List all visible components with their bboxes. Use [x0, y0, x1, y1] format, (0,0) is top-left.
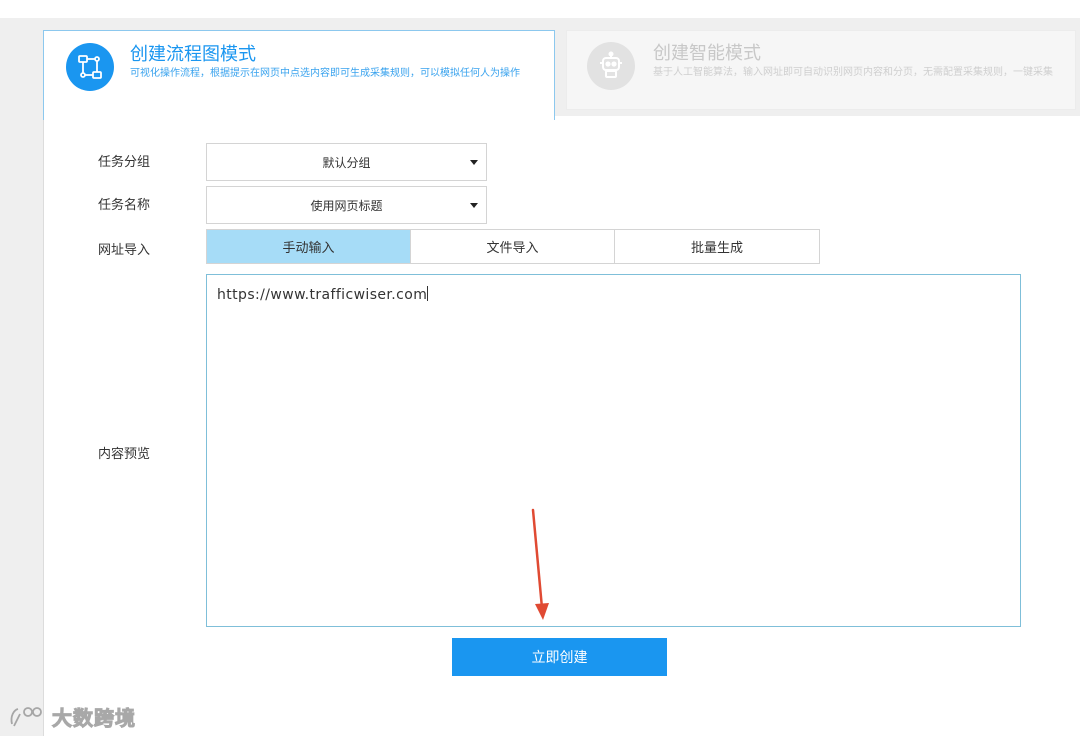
flowchart-mode-card[interactable]: 创建流程图模式 可视化操作流程，根据提示在网页中点选内容即可生成采集规则，可以模… — [43, 30, 555, 120]
smart-mode-title: 创建智能模式 — [653, 43, 761, 64]
url-text: https://www.trafficwiser.com — [217, 287, 428, 303]
flowchart-mode-description: 可视化操作流程，根据提示在网页中点选内容即可生成采集规则，可以模拟任何人为操作 — [130, 68, 520, 79]
text-cursor — [427, 286, 429, 301]
red-arrow-annotation — [531, 508, 549, 620]
tab-file-import[interactable]: 文件导入 — [411, 230, 615, 263]
flowchart-icon — [66, 43, 114, 91]
caret-down-icon — [470, 203, 478, 208]
caret-down-icon — [470, 160, 478, 165]
robot-icon — [587, 42, 635, 90]
flowchart-mode-title: 创建流程图模式 — [130, 44, 256, 65]
left-gutter — [0, 18, 43, 736]
task-group-value: 默认分组 — [322, 155, 371, 170]
watermark-logo-icon — [10, 706, 42, 726]
top-strip — [0, 0, 1080, 18]
watermark-text: 大数跨境 — [52, 706, 136, 731]
task-name-select[interactable]: 使用网页标题 — [206, 186, 487, 224]
url-textarea[interactable]: https://www.trafficwiser.com — [206, 274, 1021, 627]
task-group-label: 任务分组 — [98, 155, 151, 170]
task-name-value: 使用网页标题 — [310, 198, 383, 213]
mode-bar-top — [43, 18, 555, 30]
url-import-label: 网址导入 — [98, 243, 151, 258]
smart-mode-card[interactable]: 创建智能模式 基于人工智能算法，输入网址即可自动识别网页内容和分页，无需配置采集… — [566, 30, 1076, 110]
url-import-tabs: 手动输入 文件导入 批量生成 — [206, 229, 820, 264]
watermark: 大数跨境 — [8, 702, 136, 731]
tab-manual-input[interactable]: 手动输入 — [207, 230, 411, 263]
create-now-button[interactable]: 立即创建 — [452, 638, 667, 676]
task-group-select[interactable]: 默认分组 — [206, 143, 487, 181]
smart-mode-description: 基于人工智能算法，输入网址即可自动识别网页内容和分页，无需配置采集规则，一键采集 — [653, 67, 1053, 78]
content-preview-label: 内容预览 — [98, 447, 151, 462]
task-name-label: 任务名称 — [98, 198, 151, 213]
tab-batch-generate[interactable]: 批量生成 — [615, 230, 819, 263]
